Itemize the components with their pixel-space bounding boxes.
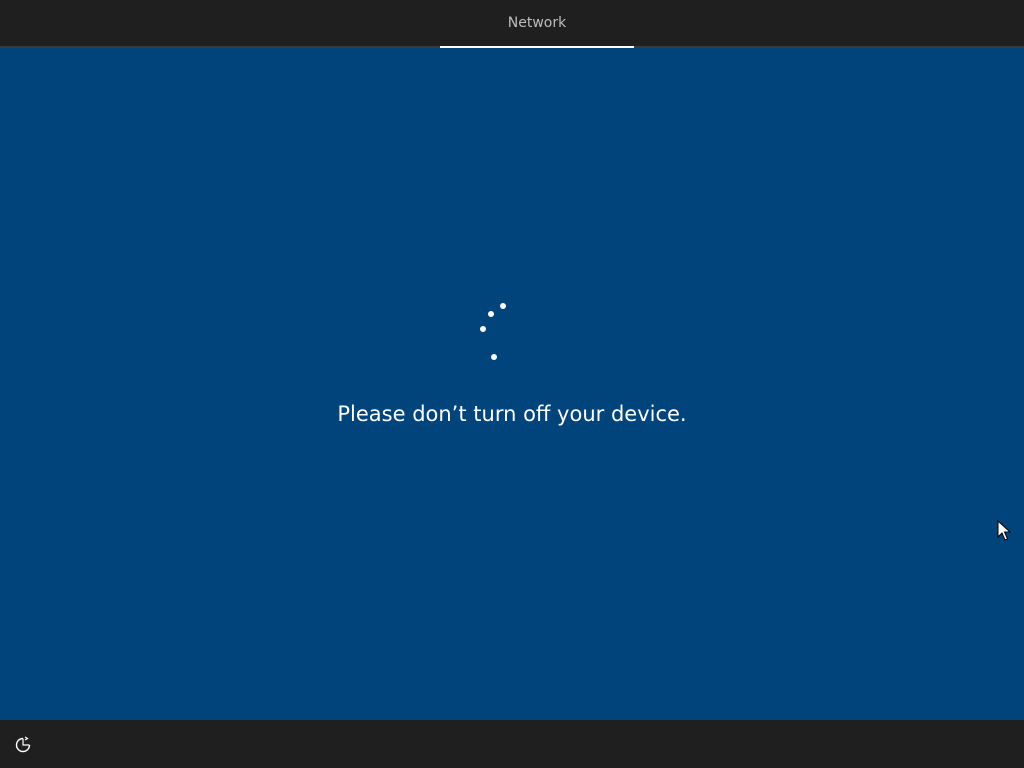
mouse-cursor-icon xyxy=(997,520,1011,541)
spinner-dot xyxy=(500,303,506,309)
tab-label: Network xyxy=(507,15,567,31)
spinner-dot xyxy=(488,311,494,317)
ease-of-access-icon xyxy=(15,736,31,753)
top-bar: Network xyxy=(0,0,1024,48)
loading-spinner-icon xyxy=(470,298,520,368)
ease-of-access-button[interactable] xyxy=(12,734,34,756)
spinner-dot xyxy=(491,354,497,360)
spinner-dot xyxy=(480,326,486,332)
main-content: Please don’t turn off your device. xyxy=(0,48,1024,720)
bottom-bar xyxy=(0,720,1024,768)
tab-network[interactable]: Network xyxy=(440,0,634,48)
status-message: Please don’t turn off your device. xyxy=(337,402,687,426)
